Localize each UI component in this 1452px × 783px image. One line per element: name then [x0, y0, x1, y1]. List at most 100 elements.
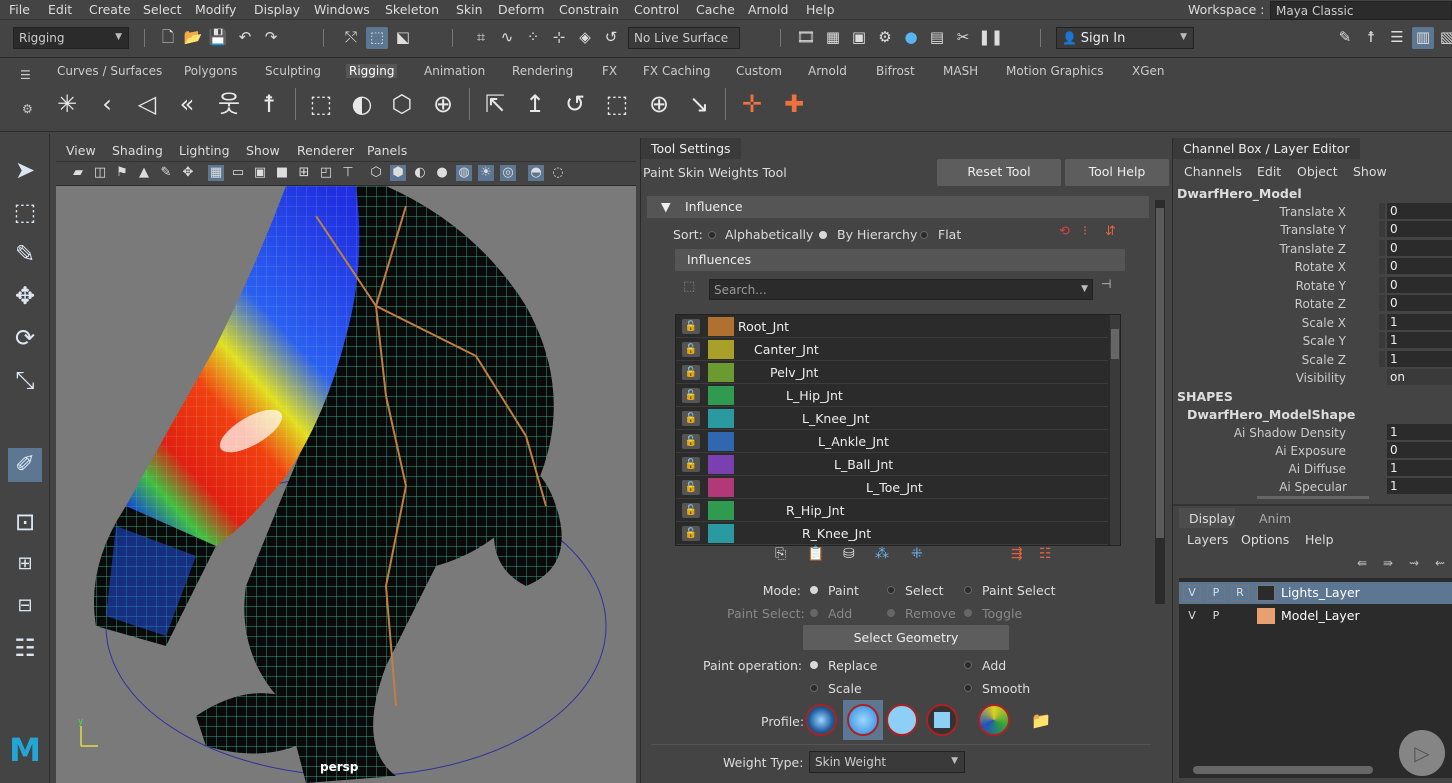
select-tool-icon[interactable]: ➤ — [8, 154, 42, 188]
new-scene-icon[interactable]: 🗋 — [157, 27, 179, 49]
joint-tool-icon[interactable]: ✳ — [50, 88, 84, 122]
influence-list-scrollbar-thumb[interactable] — [1111, 329, 1119, 359]
parent-constraint-icon[interactable]: ⊕ — [642, 88, 676, 122]
use-all-lights-icon[interactable]: ☀ — [478, 165, 494, 181]
move-layer-up-icon[interactable]: ⇚ — [1357, 556, 1367, 570]
menu-arnold[interactable]: Arnold — [748, 2, 788, 17]
sort-hierarchy-radio[interactable] — [819, 231, 827, 239]
browse-folder-icon[interactable]: 📁 — [1031, 711, 1051, 730]
play-overlay-icon[interactable]: ▷ — [1399, 730, 1445, 776]
menuset-dropdown[interactable]: Rigging ▼ — [13, 27, 129, 49]
shelf-tab-motion-graphics[interactable]: Motion Graphics — [1006, 64, 1104, 78]
arnold-ipr-icon[interactable]: ✂ — [952, 27, 974, 49]
snap-surface-icon[interactable]: ◈ — [574, 27, 596, 49]
shape-attr-value-field[interactable]: 0 — [1387, 442, 1452, 458]
select-hierarchy-icon[interactable]: ⤲ — [340, 27, 362, 49]
weight-type-dropdown[interactable]: Skin Weight ▼ — [809, 751, 965, 773]
shelf-tab-sculpting[interactable]: Sculpting — [265, 64, 321, 78]
layer-menu-layers[interactable]: Layers — [1187, 532, 1228, 547]
two-d-pan-icon[interactable]: ✥ — [180, 165, 196, 181]
snap-live-icon[interactable]: ↺ — [600, 27, 622, 49]
menu-skin[interactable]: Skin — [456, 2, 483, 17]
lock-icon[interactable]: 🔓 — [682, 342, 700, 357]
shape-attr-value-field[interactable]: 1 — [1387, 478, 1452, 494]
textured-icon[interactable]: ● — [434, 165, 450, 181]
camera-icon[interactable]: ▰ — [70, 165, 86, 181]
menu-select[interactable]: Select — [143, 2, 182, 17]
snap-point-icon[interactable]: ⁘ — [522, 27, 544, 49]
sort-alpha-radio[interactable] — [708, 231, 716, 239]
wrap-deformer-icon[interactable]: ⬡ — [385, 88, 419, 122]
select-component-icon[interactable]: ⬕ — [392, 27, 414, 49]
viewport-menu-renderer[interactable]: Renderer — [297, 143, 354, 158]
skinned-character-view[interactable]: y — [56, 186, 636, 783]
hypershade-icon[interactable]: ● — [900, 27, 922, 49]
paint-select-toggle-radio[interactable] — [964, 609, 972, 617]
two-pane-layout-icon[interactable]: ⊟ — [8, 590, 42, 624]
sort-flat-radio[interactable] — [920, 231, 928, 239]
image-plane-icon[interactable]: ▲ — [136, 165, 152, 181]
menu-cache[interactable]: Cache — [696, 2, 735, 17]
shelf-tab-curves[interactable]: Curves / Surfaces — [57, 64, 162, 78]
layer-visibility-toggle[interactable]: V — [1183, 585, 1201, 601]
workspace-dropdown[interactable]: Maya Classic — [1270, 1, 1452, 20]
influence-row[interactable]: 🔓 L_Ball_Jnt — [676, 453, 1108, 476]
gate-mask-icon[interactable]: ■ — [274, 165, 290, 181]
pole-vector-icon[interactable]: ↘ — [682, 88, 716, 122]
resolution-gate-icon[interactable]: ▣ — [252, 165, 268, 181]
shelf-tab-bifrost[interactable]: Bifrost — [876, 64, 915, 78]
aim-constraint-icon[interactable]: ↥ — [518, 88, 552, 122]
viewport-menu-shading[interactable]: Shading — [112, 143, 163, 158]
attr-value-field[interactable]: 1 — [1387, 314, 1452, 330]
lasso-tool-icon[interactable]: ⬚ — [8, 196, 42, 230]
ik-spline-icon[interactable]: ◁ — [130, 88, 164, 122]
viewport-menu-panels[interactable]: Panels — [367, 143, 407, 158]
influence-row[interactable]: 🔓 Root_Jnt — [676, 315, 1108, 338]
unbind-skin-icon[interactable]: ✚ — [777, 88, 811, 122]
shadows-icon[interactable]: ◎ — [500, 165, 516, 181]
outliner-layout-icon[interactable]: ☷ — [8, 632, 42, 666]
shelf-tab-fx[interactable]: FX — [602, 64, 617, 78]
copy-weights-icon[interactable]: ⎘ — [775, 546, 786, 562]
redo-icon[interactable]: ↷ — [260, 27, 282, 49]
viewport-menu-view[interactable]: View — [66, 143, 96, 158]
shelf-tab-rendering[interactable]: Rendering — [512, 64, 573, 78]
layer-reference-toggle[interactable]: R — [1231, 585, 1249, 601]
influence-search-input[interactable]: Search... ▼ — [709, 279, 1093, 300]
viewport-menu-show[interactable]: Show — [246, 143, 280, 158]
influence-row[interactable]: 🔓 L_Ankle_Jnt — [676, 430, 1108, 453]
lock-icon[interactable]: 🔓 — [682, 411, 700, 426]
menu-file[interactable]: File — [9, 2, 30, 17]
render-settings-icon[interactable]: ⚙ — [874, 27, 896, 49]
layer-visibility-toggle[interactable]: V — [1183, 608, 1201, 624]
menu-edit[interactable]: Edit — [48, 2, 72, 17]
paint-select-tool-icon[interactable]: ✎ — [8, 238, 42, 272]
lattice-icon[interactable]: ◐ — [345, 88, 379, 122]
reset-tool-button[interactable]: Reset Tool — [937, 159, 1061, 186]
attr-value-field[interactable]: 1 — [1387, 332, 1452, 348]
pause-icon[interactable]: ❚❚ — [978, 27, 1003, 49]
panel-scrollbar-thumb[interactable] — [1156, 208, 1164, 538]
attr-value-field[interactable]: 0 — [1387, 295, 1452, 311]
default-material-icon[interactable]: ◐ — [412, 165, 428, 181]
layer-color-swatch[interactable] — [1257, 585, 1275, 601]
menu-create[interactable]: Create — [89, 2, 131, 17]
viewport-panel[interactable]: View Shading Lighting Show Renderer Pane… — [56, 138, 636, 783]
influence-row[interactable]: 🔓 L_Hip_Jnt — [676, 384, 1108, 407]
lock-icon[interactable]: 🔓 — [682, 434, 700, 449]
four-pane-layout-icon[interactable]: ⊞ — [8, 548, 42, 582]
menu-skeleton[interactable]: Skeleton — [385, 2, 439, 17]
hierarchy-collapse-icon[interactable]: ⇶ — [1011, 546, 1023, 562]
modeling-toolkit-icon[interactable]: ✎ — [1334, 27, 1356, 49]
menu-display[interactable]: Display — [254, 2, 300, 17]
influence-list-scrollbar[interactable] — [1110, 315, 1120, 545]
influence-row[interactable]: 🔓 R_Knee_Jnt — [676, 522, 1108, 545]
shelf-tab-polygons[interactable]: Polygons — [184, 64, 237, 78]
shape-attr-value-field[interactable]: 1 — [1387, 460, 1452, 476]
influence-row[interactable]: 🔓 Canter_Jnt — [676, 338, 1108, 361]
attr-value-field[interactable]: 0 — [1387, 240, 1452, 256]
layer-tab-display[interactable]: Display — [1189, 511, 1235, 526]
lock-icon[interactable]: 🔓 — [682, 388, 700, 403]
attr-value-field[interactable]: 0 — [1387, 203, 1452, 219]
open-scene-icon[interactable]: 📂 — [182, 27, 204, 49]
